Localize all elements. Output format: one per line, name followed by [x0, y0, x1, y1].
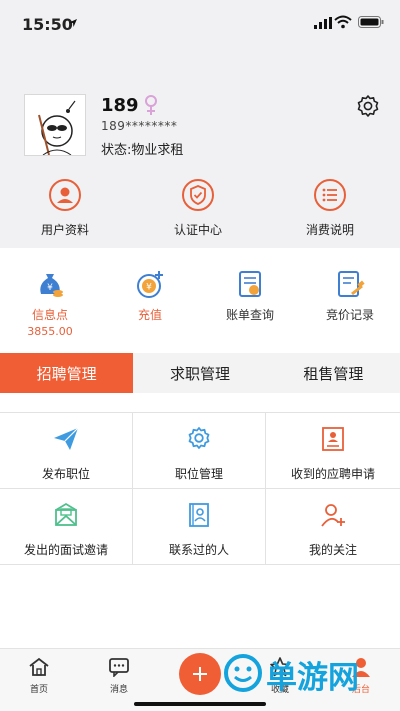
function-grid: 发布职位 职位管理 收到的应聘申请 发出的面试邀请 联系过的人 我的关注 — [0, 412, 400, 565]
message-icon — [109, 658, 129, 678]
plus-icon — [193, 667, 207, 681]
info-points-value: 3855.00 — [27, 325, 73, 338]
info-points-button[interactable]: ¥ 信息点 3855.00 — [0, 268, 100, 338]
wallet-row: ¥ 信息点 3855.00 ¥ 充值 账单查询 竞价记录 — [0, 248, 400, 350]
home-indicator — [134, 702, 266, 706]
envelope-icon — [55, 502, 77, 526]
contact-book-icon — [189, 503, 209, 527]
watermark-logo-icon — [224, 654, 262, 692]
user-profile-icon — [49, 179, 81, 211]
quick-action-label: 用户资料 — [40, 223, 89, 237]
female-icon — [145, 95, 157, 115]
nav-label: 首页 — [29, 685, 48, 695]
recharge-icon: ¥ — [137, 271, 163, 298]
location-arrow-icon — [69, 19, 77, 27]
wallet-label: 充值 — [137, 308, 162, 322]
grid-label: 我的关注 — [308, 543, 357, 557]
recharge-button[interactable]: ¥ 充值 — [100, 268, 200, 323]
wifi-icon — [334, 15, 352, 29]
svg-text:¥: ¥ — [47, 283, 53, 293]
wallet-label: 账单查询 — [225, 308, 274, 322]
resume-icon — [322, 427, 344, 451]
wallet-label: 竞价记录 — [325, 308, 374, 322]
my-follows-button[interactable]: 我的关注 — [266, 489, 400, 565]
tab-recruitment[interactable]: 招聘管理 — [0, 353, 134, 393]
nav-messages[interactable]: 消息 — [89, 657, 149, 695]
bill-icon — [239, 271, 261, 297]
verification-center-button[interactable]: 认证中心 — [138, 178, 258, 238]
money-bag-icon: ¥ — [40, 274, 63, 297]
signal-icon — [314, 17, 332, 29]
bid-record-icon — [338, 271, 365, 297]
post-job-button[interactable]: 发布职位 — [0, 413, 133, 489]
list-bubble-icon — [314, 179, 346, 211]
settings-gear-icon[interactable] — [356, 94, 380, 118]
grid-label: 联系过的人 — [168, 543, 229, 557]
wallet-label: 信息点 — [31, 308, 68, 322]
nav-label: 消息 — [109, 685, 128, 695]
management-tabs: 招聘管理 求职管理 租售管理 — [0, 353, 400, 393]
shield-check-icon — [182, 179, 214, 211]
grid-label: 发出的面试邀请 — [23, 543, 108, 557]
grid-label: 职位管理 — [174, 467, 223, 481]
avatar-drawing-icon — [38, 100, 76, 155]
add-button[interactable] — [179, 653, 221, 695]
grid-label: 发布职位 — [41, 467, 90, 481]
profile-phone: 189******** — [101, 119, 178, 133]
quick-action-label: 认证中心 — [173, 223, 222, 237]
bid-record-button[interactable]: 竞价记录 — [300, 268, 400, 323]
gear-icon — [188, 427, 210, 449]
status-time: 15:50 — [22, 15, 73, 34]
profile-header: 189 189******** 状态:物业求租 用户资料 认证中心 消费说明 — [0, 48, 400, 248]
grid-label: 收到的应聘申请 — [290, 467, 375, 481]
profile-name: 189 — [101, 95, 139, 116]
user-profile-button[interactable]: 用户资料 — [5, 178, 125, 238]
user-plus-icon — [321, 504, 345, 527]
watermark-text: 单游网 — [266, 660, 359, 696]
received-applications-button[interactable]: 收到的应聘申请 — [266, 413, 400, 489]
contacted-people-button[interactable]: 联系过的人 — [133, 489, 266, 565]
svg-text:¥: ¥ — [146, 283, 152, 293]
tab-rental-sale[interactable]: 租售管理 — [267, 353, 400, 393]
profile-status: 状态:物业求租 — [101, 143, 184, 158]
nav-home[interactable]: 首页 — [9, 657, 69, 695]
sent-interviews-button[interactable]: 发出的面试邀请 — [0, 489, 133, 565]
battery-icon — [358, 16, 384, 28]
quick-action-label: 消费说明 — [305, 223, 354, 237]
bill-query-button[interactable]: 账单查询 — [200, 268, 300, 323]
paper-plane-icon — [54, 427, 79, 450]
job-management-button[interactable]: 职位管理 — [133, 413, 266, 489]
status-bar: 15:50 — [0, 0, 400, 48]
consumption-notes-button[interactable]: 消费说明 — [270, 178, 390, 238]
tab-job-seeking[interactable]: 求职管理 — [133, 353, 266, 393]
avatar[interactable] — [24, 94, 86, 156]
home-icon — [29, 657, 49, 676]
